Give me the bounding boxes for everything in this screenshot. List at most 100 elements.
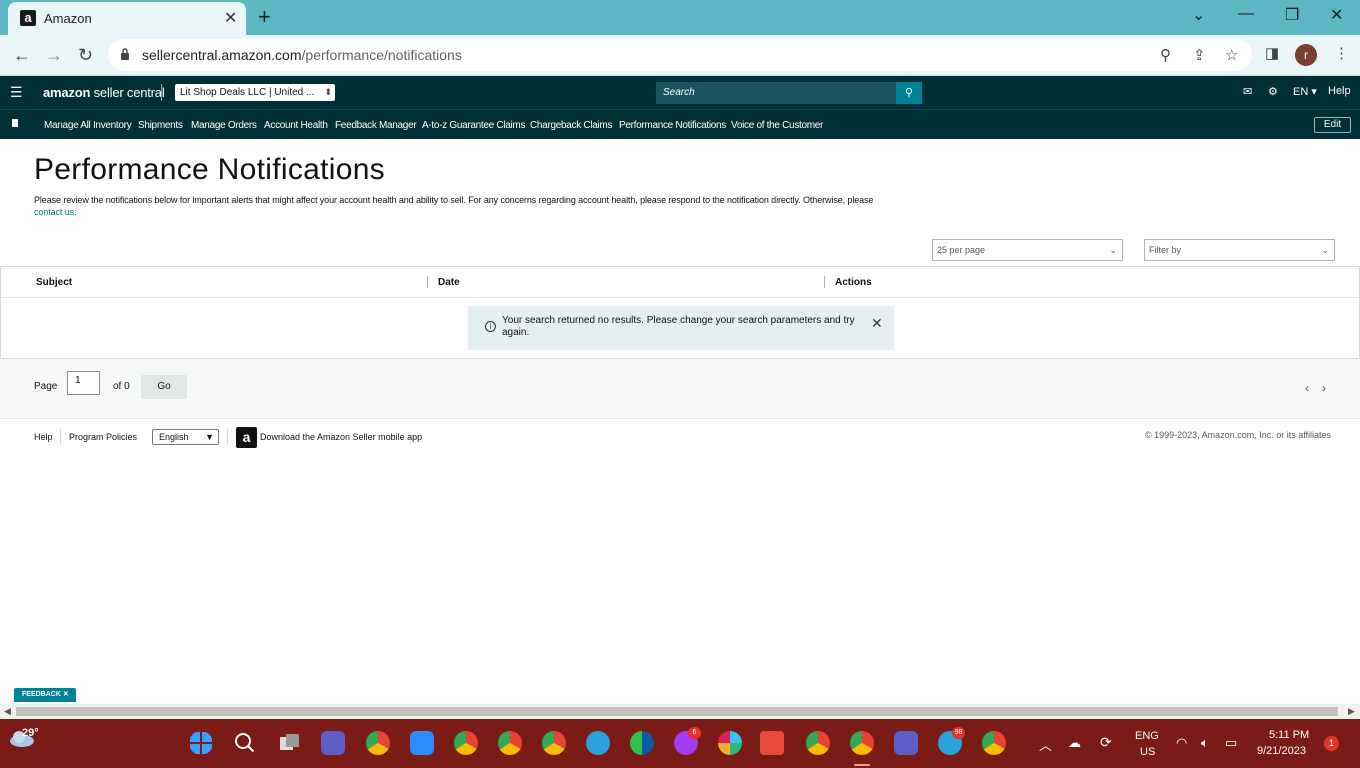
dismiss-alert-icon[interactable]: ✕ xyxy=(871,315,883,332)
chrome-icon[interactable] xyxy=(982,731,1006,755)
amazon-favicon-icon: a xyxy=(20,10,36,26)
column-date[interactable]: Date xyxy=(438,277,460,288)
windows-taskbar: 29° 6 98 ︿ ☁ ⟳ ENG US ◠ 🔈︎ ▭ 5:11 PM 9/2… xyxy=(0,719,1360,768)
minimize-icon[interactable]: — xyxy=(1238,5,1254,23)
nav-chargeback-claims[interactable]: Chargeback Claims xyxy=(530,120,612,131)
search-button[interactable]: ⚲ xyxy=(896,82,922,104)
bookmark-star-icon[interactable]: ☆ xyxy=(1225,46,1238,64)
nav-feedback-manager[interactable]: Feedback Manager xyxy=(335,120,417,131)
weather-temperature[interactable]: 29° xyxy=(22,727,39,739)
tab-close-icon[interactable]: ✕ xyxy=(224,8,237,28)
window-close-icon[interactable]: ✕ xyxy=(1330,5,1343,25)
nav-performance-notifications[interactable]: Performance Notifications xyxy=(619,120,726,131)
seller-central-logo[interactable]: amazon seller central xyxy=(43,85,165,100)
task-view-icon[interactable] xyxy=(278,731,302,755)
column-divider xyxy=(824,276,825,288)
bookmark-icon[interactable] xyxy=(12,119,18,127)
next-page-icon[interactable]: › xyxy=(1322,381,1326,395)
taskbar-search-icon[interactable] xyxy=(233,731,257,755)
edge-icon[interactable] xyxy=(630,731,654,755)
page-number-input[interactable]: 1 xyxy=(67,371,100,395)
table-header: Subject Date Actions xyxy=(1,267,1359,298)
nav-shipments[interactable]: Shipments xyxy=(138,120,183,131)
nav-manage-all-inventory[interactable]: Manage All Inventory xyxy=(44,120,132,131)
no-results-alert: i Your search returned no results. Pleas… xyxy=(468,306,894,350)
scroll-right-icon[interactable]: ▶ xyxy=(1348,706,1355,717)
amazon-app-icon[interactable]: a xyxy=(236,427,257,448)
input-language[interactable]: ENG xyxy=(1135,730,1159,742)
chrome-icon[interactable] xyxy=(850,731,874,755)
profile-avatar[interactable]: r xyxy=(1295,44,1317,66)
restore-icon[interactable]: ❐ xyxy=(1285,5,1299,25)
per-page-select[interactable]: 25 per page ⌄ xyxy=(932,239,1123,261)
nav-voice-of-the-customer[interactable]: Voice of the Customer xyxy=(731,120,823,131)
share-icon[interactable]: ⇪ xyxy=(1193,46,1206,64)
chrome-icon[interactable] xyxy=(806,731,830,755)
scrollbar-thumb[interactable] xyxy=(16,707,1338,716)
edit-nav-button[interactable]: Edit xyxy=(1314,117,1351,133)
back-icon[interactable]: ← xyxy=(13,45,31,66)
footer-language-select[interactable]: English ▼ xyxy=(152,429,219,445)
notification-center-badge[interactable]: 1 xyxy=(1324,736,1339,751)
download-app-link[interactable]: Download the Amazon Seller mobile app xyxy=(260,432,422,442)
volume-icon[interactable]: 🔈︎ xyxy=(1201,735,1209,751)
new-tab-button[interactable]: + xyxy=(258,4,271,30)
footer-help-link[interactable]: Help xyxy=(34,432,53,442)
info-icon: i xyxy=(485,321,496,332)
windows-start-icon[interactable] xyxy=(189,731,213,755)
address-bar[interactable]: sellercentral.amazon.com/performance/not… xyxy=(108,39,1252,71)
telegram-icon[interactable] xyxy=(586,731,610,755)
search-input[interactable]: Search xyxy=(656,82,896,104)
program-policies-link[interactable]: Program Policies xyxy=(69,432,137,442)
nav-manage-orders[interactable]: Manage Orders xyxy=(191,120,257,131)
contact-us-link[interactable]: contact us xyxy=(34,207,74,217)
notifications-table: Subject Date Actions i Your search retur… xyxy=(0,266,1360,359)
browser-tab-bar: a Amazon ✕ + ⌄ — ❐ ✕ xyxy=(0,0,1360,35)
search-icon: ⚲ xyxy=(904,87,914,99)
mail-icon[interactable]: ✉ xyxy=(1243,85,1252,98)
column-actions: Actions xyxy=(835,277,872,288)
clock-time[interactable]: 5:11 PM xyxy=(1269,729,1309,741)
tab-search-icon[interactable]: ⌄ xyxy=(1192,5,1205,25)
column-subject[interactable]: Subject xyxy=(36,277,72,288)
browser-menu-icon[interactable]: ⋮ xyxy=(1334,44,1349,62)
feedback-button[interactable]: FEEDBACK ✕ xyxy=(14,688,76,702)
account-switcher[interactable]: Lit Shop Deals LLC | United ... ⬍ xyxy=(175,84,335,101)
zoom-icon[interactable]: ⚲ xyxy=(1160,46,1171,64)
battery-icon[interactable]: ▭ xyxy=(1225,735,1237,751)
input-region[interactable]: US xyxy=(1140,746,1155,758)
nav-account-health[interactable]: Account Health xyxy=(264,120,328,131)
zoom-app-icon[interactable] xyxy=(410,731,434,755)
chrome-icon[interactable] xyxy=(542,731,566,755)
snipping-tool-icon[interactable] xyxy=(760,731,784,755)
show-hidden-icons-icon[interactable]: ︿ xyxy=(1039,735,1052,754)
forward-icon[interactable]: → xyxy=(45,45,63,66)
chrome-icon[interactable] xyxy=(366,731,390,755)
column-divider xyxy=(427,276,428,288)
sync-icon[interactable]: ⟳ xyxy=(1100,734,1112,751)
chevron-down-icon: ▼ xyxy=(205,432,214,442)
prev-page-icon[interactable]: ‹ xyxy=(1305,381,1309,395)
side-panel-icon[interactable]: ◨ xyxy=(1265,44,1279,62)
horizontal-scrollbar[interactable]: ◀ ▶ xyxy=(0,704,1360,719)
teams-icon[interactable] xyxy=(894,731,918,755)
slack-icon[interactable] xyxy=(718,731,742,755)
chrome-icon[interactable] xyxy=(454,731,478,755)
wifi-icon[interactable]: ◠ xyxy=(1176,735,1187,751)
nav-a-to-z-guarantee-claims[interactable]: A-to-z Guarantee Claims xyxy=(422,120,525,131)
hamburger-menu-icon[interactable]: ☰ xyxy=(10,84,23,101)
active-app-indicator xyxy=(854,764,870,766)
scroll-left-icon[interactable]: ◀ xyxy=(4,706,11,717)
settings-gear-icon[interactable]: ⚙ xyxy=(1268,85,1278,98)
help-link[interactable]: Help xyxy=(1328,85,1351,97)
go-button[interactable]: Go xyxy=(141,375,187,399)
clock-date[interactable]: 9/21/2023 xyxy=(1257,745,1306,757)
language-selector[interactable]: EN ▾ xyxy=(1293,85,1317,98)
meet-icon[interactable] xyxy=(321,731,345,755)
browser-tab[interactable]: a Amazon ✕ xyxy=(8,2,246,35)
onedrive-icon[interactable]: ☁ xyxy=(1068,735,1081,751)
browser-toolbar: ← → ↻ sellercentral.amazon.com/performan… xyxy=(0,35,1360,76)
filter-select[interactable]: Filter by ⌄ xyxy=(1144,239,1335,261)
reload-icon[interactable]: ↻ xyxy=(78,45,93,66)
chrome-icon[interactable] xyxy=(498,731,522,755)
